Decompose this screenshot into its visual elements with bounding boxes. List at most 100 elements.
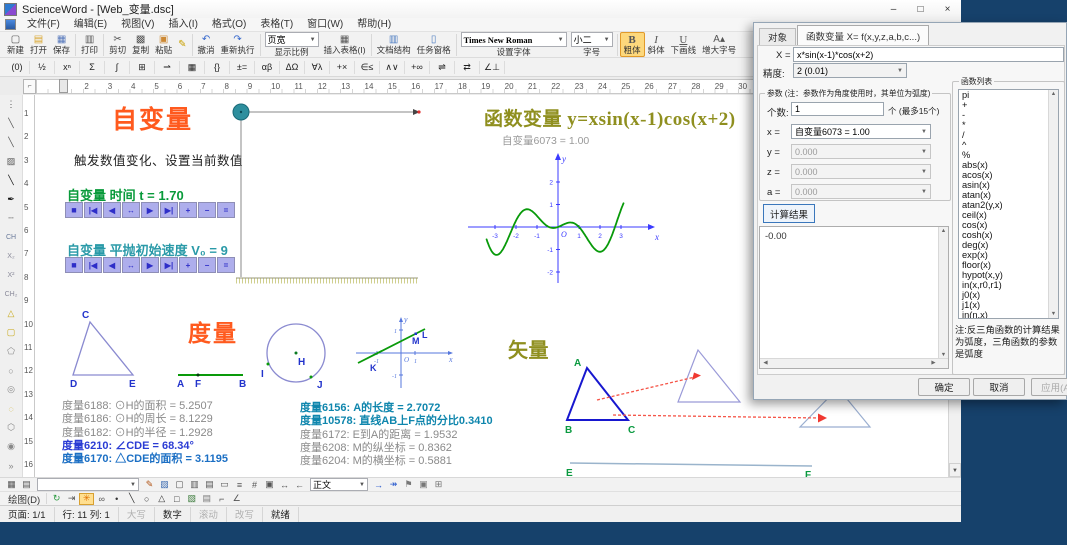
function-item[interactable]: atan2(y,x) [959,200,1058,210]
grow-font-button[interactable]: A▴ 增大字号 [699,32,739,57]
function-item[interactable]: cosh(x) [959,230,1058,240]
triangle-cde[interactable] [72,320,135,376]
param-combo[interactable]: 0.000 ▼ [791,144,931,159]
point-tool-icon[interactable]: • [109,493,124,505]
apply-button[interactable]: 应用(A) [1031,378,1067,396]
tab-function-variable[interactable]: 函数变量 X= f(x,y,z,a,b,c...) [797,25,930,45]
script-button[interactable]: xⁿ [56,60,78,75]
logic-button[interactable]: ∀λ [306,60,328,75]
font-combo[interactable]: Times New Roman ▼ [460,32,567,47]
function-item[interactable]: j1(x) [959,300,1058,310]
vector-arrow-2[interactable] [612,414,820,419]
axes-tool-icon[interactable]: ⌐ [214,493,229,505]
arrow-fast-icon[interactable]: ↠ [386,479,401,491]
minimize-button[interactable]: – [880,0,907,18]
rotate-tool-icon[interactable]: ↻ [49,493,64,505]
flag-icon[interactable]: ⚑ [401,479,416,491]
angle-perp-button[interactable]: ∠⊥ [481,60,503,75]
redo-button[interactable]: ↷ 重新执行 [218,32,258,57]
indent-marker[interactable] [59,79,68,93]
control-forward-button[interactable]: ▶ [141,202,159,218]
chem-ch2-icon[interactable]: CH₂ [1,285,21,304]
matrix-button[interactable]: ⊞ [131,60,153,75]
menu-item[interactable]: 插入(I) [161,18,204,31]
greek-lower-button[interactable]: αβ [256,60,278,75]
tool-more-icon[interactable]: » [1,456,21,475]
menu-item[interactable]: 表格(T) [253,18,300,31]
function-item[interactable]: acos(x) [959,170,1058,180]
calculate-button[interactable]: 计算结果 [763,204,815,223]
node-tool-icon[interactable]: ∞ [94,493,109,505]
menu-item[interactable]: 编辑(E) [67,18,114,31]
menu-item[interactable]: 窗口(W) [300,18,350,31]
precision-combo[interactable]: 2 (0.01) ▼ [793,63,907,78]
count-input[interactable]: 1 [791,102,884,116]
distribute-rows-icon[interactable]: ≡ [232,479,247,491]
ok-button[interactable]: 确定 [918,378,970,396]
menu-item[interactable]: 文件(F) [20,18,67,31]
space-left-icon[interactable]: ← [292,479,307,491]
control-stop-button[interactable]: ■ [65,202,83,218]
insert-table-button[interactable]: ▦ 插入表格(I) [321,32,369,57]
equation-template-button[interactable]: (0) [6,60,28,75]
control-increase-button[interactable]: + [179,202,197,218]
function-item[interactable]: pi [959,90,1058,100]
subscript-icon[interactable]: X₂ [1,247,21,266]
print-button[interactable]: ▥ 打印 [78,32,101,57]
vector-arrows-button[interactable]: ⇄ [456,60,478,75]
style-combo[interactable]: ▼ [37,478,139,491]
function-item[interactable]: deg(x) [959,240,1058,250]
open-button[interactable]: ▤ 打开 [27,32,50,57]
tab-object[interactable]: 对象 [759,28,797,45]
control-toggle-button[interactable]: ↔ [122,257,140,273]
integral-button[interactable]: ∫ [106,60,128,75]
control-toggle-button[interactable]: ↔ [122,202,140,218]
table-erase-icon[interactable]: ▤ [19,479,34,491]
new-button[interactable]: ▢ 新建 [4,32,27,57]
copy-button[interactable]: ▩ 复制 [129,32,152,57]
fraction-button[interactable]: ½ [31,60,53,75]
paste-button[interactable]: ▣ 粘贴 [152,32,175,57]
result-vscrollbar[interactable]: ▲ ▼ [938,227,948,359]
function-item[interactable]: cos(x) [959,220,1058,230]
table-draw-icon[interactable]: ▦ [4,479,19,491]
paragraph-style-combo[interactable]: 正文 ▼ [310,478,368,491]
bracket-button[interactable]: {} [206,60,228,75]
infinity-button[interactable]: +∞ [406,60,428,75]
line-medium-icon[interactable]: ╲ [1,133,21,152]
undo-button[interactable]: ↶ 撤消 [195,32,218,57]
result-hscrollbar[interactable]: ◀ ▶ [760,358,948,368]
control-decrease-button[interactable]: − [198,202,216,218]
function-item[interactable]: ceil(x) [959,210,1058,220]
scroll-up-icon[interactable]: ▲ [939,228,948,234]
control-first-button[interactable]: |◀ [84,257,102,273]
ellipse-tool-icon[interactable]: ○ [139,493,154,505]
scroll-down-icon[interactable]: ▼ [1049,311,1058,317]
function-item[interactable]: exp(x) [959,250,1058,260]
vertical-ruler[interactable]: 1 2 3 4 5 6 7 8 9 10 11 12 13 14 15 16 [22,95,35,477]
menu-item[interactable]: 帮助(H) [350,18,398,31]
triangle-tool-icon[interactable]: △ [154,493,169,505]
x-expression-input[interactable]: x*sin(x-1)*cos(x+2) [793,47,1064,62]
frame-tool-icon[interactable]: ▧ [184,493,199,505]
scroll-up-icon[interactable]: ▲ [1049,91,1058,97]
image-tool-icon[interactable]: ▤ [199,493,214,505]
close-button[interactable]: × [934,0,961,18]
window-icon[interactable]: ⊞ [431,479,446,491]
size-combo[interactable]: 小二 ▼ [570,32,613,47]
menu-item[interactable]: 视图(V) [114,18,161,31]
pin-tool-icon[interactable]: ⇥ [64,493,79,505]
film2-icon[interactable]: ▤ [202,479,217,491]
vector-triangle-abc[interactable] [565,366,631,421]
function-item[interactable]: floor(x) [959,260,1058,270]
merge-cells-icon[interactable]: ▭ [217,479,232,491]
chem-ch-icon[interactable]: CH [1,228,21,247]
cancel-button[interactable]: 取消 [973,378,1025,396]
control-stop-button[interactable]: ■ [65,257,83,273]
rect-tool-icon[interactable]: □ [169,493,184,505]
grid-button[interactable]: ▦ [181,60,203,75]
draw-menu-button[interactable]: 绘图(D) [4,492,44,506]
task-pane-button[interactable]: ▯ 任务窗格 [414,32,454,57]
restore-button[interactable]: □ [907,0,934,18]
control-first-button[interactable]: |◀ [84,202,102,218]
